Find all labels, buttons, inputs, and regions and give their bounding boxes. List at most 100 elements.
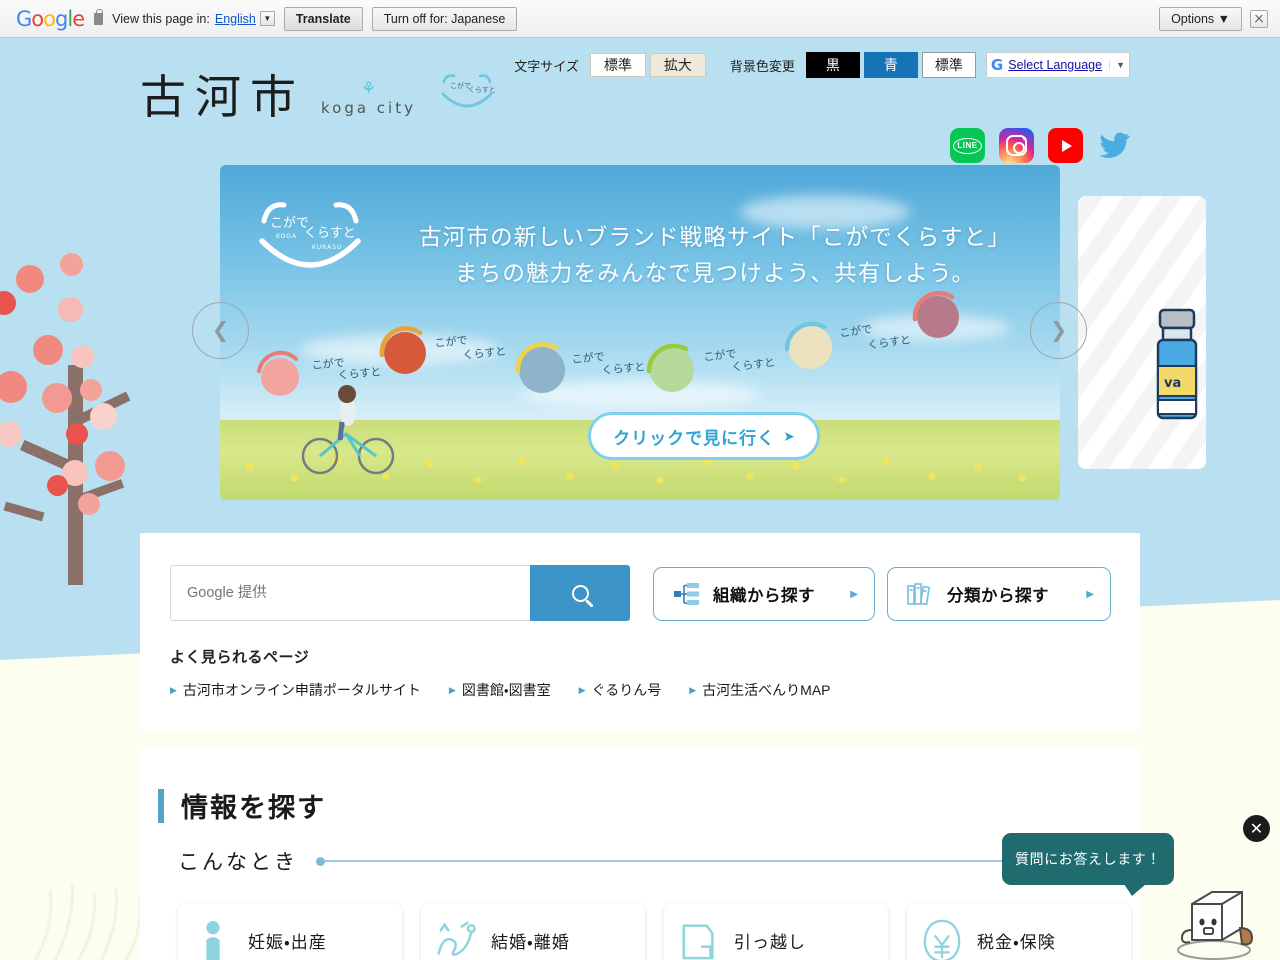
hero-brand-logo: こがで くらすと KOGA KURASU bbox=[259, 202, 361, 268]
marriage-icon bbox=[421, 919, 491, 960]
svg-text:くらすと: くらすと bbox=[601, 360, 646, 377]
bg-color-label: 背景色変更 bbox=[729, 58, 795, 74]
category-card-moving[interactable]: 引っ越し bbox=[664, 903, 888, 960]
cherry-tree-decoration bbox=[0, 253, 150, 585]
popular-pages-title: よく見られるページ bbox=[170, 649, 310, 666]
svg-text:くらすと: くらすと bbox=[462, 344, 507, 362]
popular-link-2[interactable]: ▶ 図書館・図書室 bbox=[449, 680, 551, 700]
svg-text:KOGA: KOGA bbox=[276, 233, 297, 240]
font-size-label: 文字サイズ bbox=[514, 58, 579, 74]
kogade-kurasuto-badge[interactable]: こがで くらすと bbox=[438, 72, 496, 116]
arrow-right-icon: ➤ bbox=[783, 427, 795, 444]
hero-line-1: 古河市の新しいブランド戦略サイト「こがでくらすと」 bbox=[418, 225, 1012, 250]
find-by-category-label: 分類から探す bbox=[947, 587, 1049, 605]
site-subtitle: koga city bbox=[321, 99, 416, 117]
chatbot-widget: 質問にお答えします！ ✕ bbox=[1002, 815, 1272, 960]
find-by-organization-button[interactable]: 組織から探す ▶ bbox=[653, 567, 875, 621]
bg-color-default-button[interactable]: 標準 bbox=[921, 52, 976, 78]
svg-text:こがで: こがで bbox=[571, 349, 605, 366]
arrow-right-icon: ▶ bbox=[578, 684, 586, 695]
info-section: 情報を探す こんなとき 妊娠・出産 結婚・離婚 引っ越し 税金・保険 bbox=[140, 748, 1140, 960]
twitter-icon[interactable] bbox=[1097, 128, 1132, 163]
social-links: LINE bbox=[950, 128, 1132, 163]
site-header: 文字サイズ 標準 拡大 背景色変更 黒 青 標準 G Select Langua… bbox=[0, 38, 1280, 163]
bg-color-black-button[interactable]: 黒 bbox=[805, 52, 860, 78]
font-size-normal-button[interactable]: 標準 bbox=[589, 53, 646, 77]
popular-link-label: 図書館・図書室 bbox=[461, 682, 551, 698]
instagram-icon[interactable] bbox=[999, 128, 1034, 163]
category-card-label: 結婚・離婚 bbox=[491, 932, 570, 952]
category-cards: 妊娠・出産 結婚・離婚 引っ越し 税金・保険 bbox=[178, 903, 1131, 960]
subsection-dot bbox=[316, 856, 325, 866]
popular-link-3[interactable]: ▶ ぐるりん号 bbox=[579, 680, 662, 700]
site-title: 古河市 bbox=[140, 70, 305, 124]
popular-link-label: ぐるりん号 bbox=[591, 682, 662, 698]
arrow-right-icon: ▶ bbox=[689, 684, 697, 695]
bg-color-blue-button[interactable]: 青 bbox=[863, 52, 918, 78]
subsection-title: こんなとき bbox=[178, 851, 298, 874]
carousel-prev-button[interactable]: ❮ bbox=[192, 302, 249, 359]
pregnancy-icon bbox=[178, 917, 248, 960]
font-size-large-button[interactable]: 拡大 bbox=[649, 53, 706, 77]
moving-icon bbox=[664, 918, 734, 960]
translate-language-link[interactable]: English bbox=[215, 12, 256, 26]
subsection-divider bbox=[325, 860, 1108, 862]
site-logo[interactable]: 古河市 ⚘ koga city こがで くらすと bbox=[140, 72, 496, 120]
subsection-heading: こんなとき bbox=[178, 846, 1108, 876]
youtube-icon[interactable] bbox=[1048, 128, 1083, 163]
lock-icon bbox=[94, 8, 104, 25]
accessibility-controls: 文字サイズ 標準 拡大 背景色変更 黒 青 標準 G Select Langua… bbox=[514, 52, 1130, 78]
search-input[interactable] bbox=[170, 565, 530, 621]
arrow-right-icon: ▶ bbox=[448, 684, 456, 695]
chevron-down-icon: ▼ bbox=[1109, 60, 1125, 70]
svg-text:va: va bbox=[1164, 376, 1181, 391]
search-button[interactable] bbox=[530, 565, 630, 621]
turn-off-translate-button[interactable]: Turn off for: Japanese bbox=[371, 6, 518, 31]
arrow-right-icon: ▶ bbox=[1086, 588, 1094, 600]
find-by-organization-label: 組織から探す bbox=[713, 587, 815, 605]
chatbot-speech-bubble[interactable]: 質問にお答えします！ bbox=[1002, 833, 1174, 896]
chevron-down-icon[interactable]: ▼ bbox=[259, 11, 275, 26]
tofu-mascot[interactable] bbox=[1166, 878, 1262, 960]
popular-link-label: 古河市オンライン申請ポータルサイト bbox=[182, 682, 421, 698]
search-panel: 組織から探す ▶ 分類から探す ▶ よく見られるページ ▶ bbox=[140, 533, 1140, 730]
svg-text:こがで: こがで bbox=[838, 322, 873, 340]
hero-cta-button[interactable]: クリックで見に行く ➤ bbox=[588, 412, 820, 460]
popular-link-1[interactable]: ▶ 古河市オンライン申請ポータルサイト bbox=[170, 680, 421, 700]
select-language-label: Select Language bbox=[1008, 58, 1103, 72]
carousel-next-button[interactable]: ❯ bbox=[1030, 302, 1087, 359]
carousel-next-slide-preview[interactable]: va bbox=[1078, 196, 1206, 469]
sprout-icon: ⚘ bbox=[360, 79, 377, 98]
category-card-label: 妊娠・出産 bbox=[248, 932, 327, 952]
books-icon bbox=[906, 582, 936, 606]
arrow-right-icon: ▶ bbox=[850, 588, 858, 600]
org-tree-icon bbox=[672, 582, 702, 606]
svg-text:くらすと: くらすと bbox=[731, 356, 776, 374]
svg-text:KURASU: KURASU bbox=[312, 244, 342, 251]
line-icon[interactable]: LINE bbox=[950, 128, 985, 163]
find-by-category-button[interactable]: 分類から探す ▶ bbox=[887, 567, 1111, 621]
popular-pages-links: ▶ 古河市オンライン申請ポータルサイト ▶ 図書館・図書室 ▶ ぐるりん号 ▶ … bbox=[170, 680, 859, 700]
translate-bar-right: Options ▼ bbox=[1150, 6, 1272, 31]
hero-cta-label: クリックで見に行く bbox=[613, 428, 776, 448]
close-icon[interactable] bbox=[1250, 9, 1268, 28]
svg-text:くらすと: くらすと bbox=[468, 86, 496, 94]
translate-button[interactable]: Translate bbox=[283, 6, 363, 31]
page-title: 情報を探す bbox=[181, 793, 326, 823]
site-subtitle-group: ⚘ koga city bbox=[321, 80, 416, 118]
google-logo: Google bbox=[16, 6, 85, 31]
chatbot-message: 質問にお答えします！ bbox=[1015, 851, 1161, 867]
category-card-pregnancy[interactable]: 妊娠・出産 bbox=[178, 903, 402, 960]
google-translate-bar: Google View this page in: English ▼ Tran… bbox=[0, 0, 1280, 38]
translate-options-button[interactable]: Options ▼ bbox=[1159, 6, 1242, 31]
section-heading: 情報を探す bbox=[158, 786, 326, 825]
select-language-dropdown[interactable]: G Select Language ▼ bbox=[985, 52, 1130, 78]
svg-text:こがで: こがで bbox=[434, 333, 468, 350]
translate-prompt: View this page in: bbox=[112, 11, 210, 26]
category-card-marriage[interactable]: 結婚・離婚 bbox=[421, 903, 645, 960]
close-icon[interactable]: ✕ bbox=[1243, 815, 1270, 842]
vaccine-vial-icon: va bbox=[1156, 308, 1198, 420]
google-g-icon: G bbox=[990, 56, 1004, 74]
popular-link-4[interactable]: ▶ 古河生活べんりMAP bbox=[689, 680, 830, 700]
hero-cyclist-illustration bbox=[301, 385, 395, 475]
